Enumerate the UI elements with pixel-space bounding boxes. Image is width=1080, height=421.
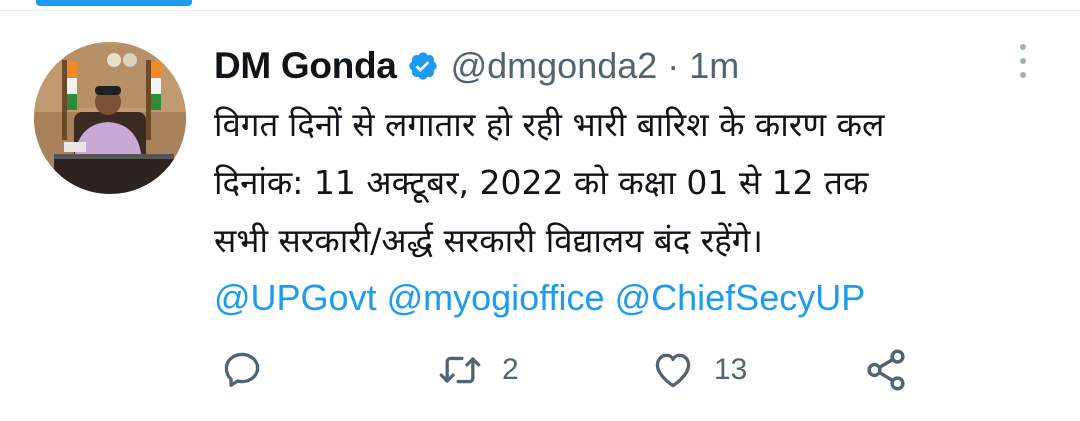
share-button[interactable] <box>862 340 910 400</box>
tweet-actions-bar: 2 13 <box>214 340 974 400</box>
retweet-button[interactable]: 2 <box>436 340 519 400</box>
share-icon <box>862 347 910 393</box>
divider <box>0 10 1080 11</box>
tab-indicator <box>36 0 192 6</box>
tweet-text-line: दिनांक: 11 अक्टूबर, 2022 को कक्षा 01 से … <box>214 163 869 202</box>
mentions-line: @UPGovt @myogioffice @ChiefSecyUP <box>214 270 1034 326</box>
reply-icon <box>220 348 264 392</box>
tweet-screen: DM Gonda @dmgonda2 · 1m विगत दिनों से लग… <box>0 0 1080 421</box>
author-handle[interactable]: @dmgonda2 <box>451 45 658 87</box>
retweet-icon <box>436 348 484 392</box>
tweet-body: DM Gonda @dmgonda2 · 1m विगत दिनों से लग… <box>214 40 1034 326</box>
reply-button[interactable] <box>220 340 264 400</box>
tweet-text-line: सभी सरकारी/अर्द्ध सरकारी विद्यालय बंद रह… <box>214 221 763 260</box>
verified-badge-icon <box>407 50 439 82</box>
retweet-count: 2 <box>502 353 519 386</box>
mention-link[interactable]: @UPGovt <box>214 277 377 318</box>
heart-icon <box>650 348 696 392</box>
tweet-timestamp[interactable]: 1m <box>689 45 739 87</box>
separator-dot: · <box>667 45 680 86</box>
avatar-photo <box>34 42 186 194</box>
tweet-text-line: विगत दिनों से लगातार हो रही भारी बारिश क… <box>214 105 885 144</box>
mention-link[interactable]: @myogioffice <box>387 277 605 318</box>
author-name[interactable]: DM Gonda <box>214 45 397 87</box>
avatar[interactable] <box>34 42 186 194</box>
tweet-header: DM Gonda @dmgonda2 · 1m <box>214 40 1034 92</box>
mention-link[interactable]: @ChiefSecyUP <box>615 277 866 318</box>
tweet-text: विगत दिनों से लगातार हो रही भारी बारिश क… <box>214 96 1054 270</box>
like-button[interactable]: 13 <box>650 340 747 400</box>
like-count: 13 <box>714 353 748 386</box>
